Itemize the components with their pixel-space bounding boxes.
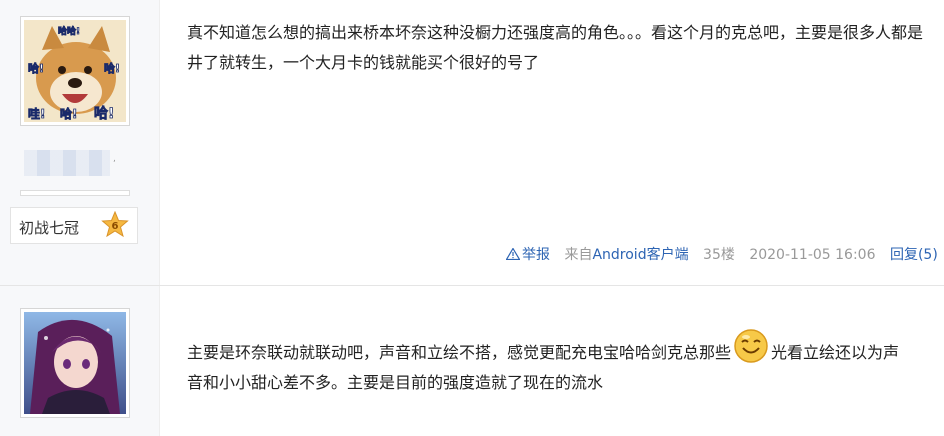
author-sidebar: 哈哈! 哈! 哈! 哇! 哈! 哈! , 初战七冠 6	[0, 0, 160, 286]
report-button[interactable]: 举报	[506, 247, 550, 263]
user-title-badge[interactable]: 初战七冠 6	[10, 207, 138, 244]
post-content: 主要是环奈联动就联动吧，声音和立绘不搭，感觉更配充电宝哈哈剑克总那些 光看立绘还以…	[187, 328, 907, 398]
source-prefix: 来自	[564, 247, 593, 263]
warning-icon	[506, 248, 520, 260]
post-time: 2020-11-05 16:06	[749, 247, 876, 263]
svg-text:哇!: 哇!	[28, 106, 45, 121]
level-star-icon: 6	[101, 211, 129, 238]
post-content: 真不知道怎么想的搞出来桥本坏奈这种没橱力还强度高的角色。。。看这个月的克总吧，主…	[187, 23, 924, 72]
svg-text:哈!: 哈!	[60, 106, 77, 121]
doge-avatar-image: 哈哈! 哈! 哈! 哇! 哈! 哈!	[24, 20, 126, 122]
report-label: 举报	[522, 247, 550, 263]
post-floor-36: 主要是环奈联动就联动吧，声音和立绘不搭，感觉更配充电宝哈哈剑克总那些 光看立绘还以…	[0, 286, 944, 436]
post-meta-bar: 举报 来自Android客户端 35楼 2020-11-05 16:06 回复(…	[506, 243, 938, 267]
avatar[interactable]: 哈哈! 哈! 哈! 哇! 哈! 哈!	[20, 16, 130, 126]
source-client-link[interactable]: Android客户端	[592, 247, 688, 263]
author-sidebar	[0, 286, 160, 436]
post-floor-35: 哈哈! 哈! 哈! 哇! 哈! 哈! , 初战七冠 6 真不知道怎么想的搞出来桥…	[0, 0, 944, 286]
svg-text:哈!: 哈!	[28, 61, 44, 75]
reply-button[interactable]: 回复(5)	[890, 247, 938, 263]
svg-text:6: 6	[112, 221, 119, 232]
username-marker: ,	[113, 154, 116, 164]
floor-number: 35楼	[703, 247, 735, 263]
level-progress-bar	[20, 190, 130, 196]
svg-text:哈哈!: 哈哈!	[58, 25, 80, 37]
svg-text:哈!: 哈!	[94, 105, 114, 122]
smile-emoji-icon	[734, 329, 768, 363]
anime-girl-avatar-image	[24, 312, 126, 414]
avatar[interactable]	[20, 308, 130, 418]
username-obscured[interactable]	[24, 150, 110, 176]
post-content-text: 主要是环奈联动就联动吧，声音和立绘不搭，感觉更配充电宝哈哈剑克总那些	[187, 343, 732, 362]
badge-title: 初战七冠	[19, 219, 80, 237]
svg-text:哈!: 哈!	[104, 61, 120, 75]
post-source: 来自Android客户端	[564, 247, 688, 263]
